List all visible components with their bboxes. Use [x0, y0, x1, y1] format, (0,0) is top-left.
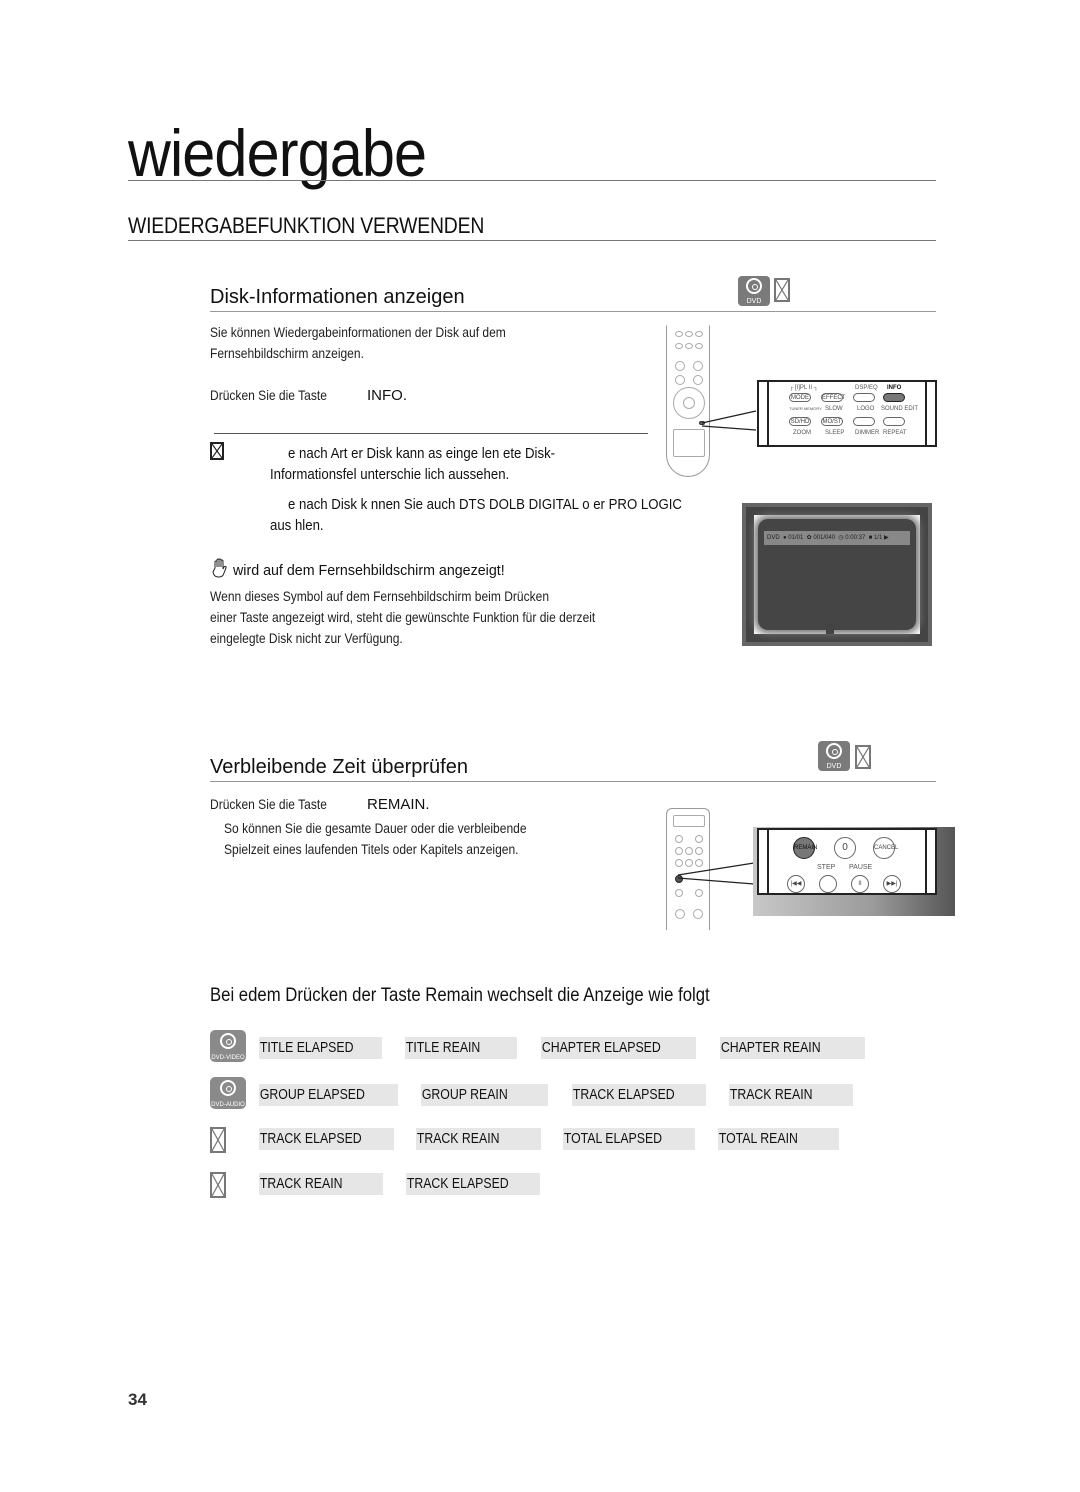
callout-lines: [677, 862, 755, 885]
sequence-item: TITLE ELAPSED: [259, 1037, 382, 1059]
sound-edit-label: SOUND EDIT: [881, 406, 919, 412]
pause-button[interactable]: II: [851, 875, 869, 893]
sequence-item: GROUP REAIN: [421, 1084, 548, 1106]
sequence-item: TITLE REAIN: [405, 1037, 517, 1059]
section-title: WIEDERGABEFUNKTION VERWENDEN: [128, 213, 485, 238]
chapter-title: wiedergabe: [128, 116, 427, 190]
osd-angle: 1/1: [873, 535, 883, 541]
slow-label: SLOW: [825, 406, 843, 412]
sequence-item: TRACK ELAPSED: [259, 1128, 394, 1150]
dspeq-label: DSP/EQ: [855, 385, 878, 391]
zero-button[interactable]: 0: [834, 837, 856, 859]
cd-blocked-icon: [855, 745, 871, 769]
warning-line3: eingelegte Disk nicht zur Verfügung.: [210, 630, 403, 646]
info-button[interactable]: [883, 393, 905, 402]
logo-button[interactable]: [853, 417, 875, 426]
sound-edit-button[interactable]: [883, 417, 905, 426]
sequence-item: TRACK REAIN: [259, 1173, 383, 1195]
sequence-item: TRACK REAIN: [416, 1128, 541, 1150]
note1-line2: Informationsfel unterschie lich aussehen…: [270, 466, 510, 483]
sdhd-button[interactable]: SD/HD: [789, 417, 811, 426]
step-button[interactable]: [819, 875, 837, 893]
sequence-item: GROUP ELAPSED: [259, 1084, 398, 1106]
note-rule: [214, 433, 648, 434]
sequence-item: TRACK ELAPSED: [572, 1084, 706, 1106]
info-key-label: INFO.: [367, 387, 408, 404]
note1-line1: e nach Art er Disk kann as einge len ete…: [288, 445, 556, 462]
tv-screen-illustration: DVD ● 01/01 ✿ 001/040 ◷ 0:00:37 ■ 1/1 ▶: [742, 503, 932, 646]
logo-label: LOGO: [857, 406, 875, 412]
warning-title: wird auf dem Fernsehbildschirm angezeigt…: [233, 562, 505, 579]
disk-info-rule: [210, 311, 936, 312]
most-button[interactable]: MO/ST: [821, 417, 843, 426]
dvd-audio-icon: DVD-AUDIO: [210, 1077, 246, 1109]
effect-button[interactable]: EFFECT: [821, 393, 845, 402]
sequence-item: CHAPTER REAIN: [720, 1037, 865, 1059]
step-label: STEP: [817, 864, 836, 871]
press-remain-prefix: Drücken Sie die Taste: [210, 796, 327, 812]
remote-callout-info: ┌ [I]PL II ┐ DSP/EQ INFO MODE EFFECT TUN…: [757, 380, 937, 447]
remain-button[interactable]: REMAIN: [793, 837, 817, 859]
info-key: INFO: [367, 387, 403, 404]
cd-blocked-icon: [210, 1127, 226, 1153]
dimmer-label: DIMMER: [855, 430, 880, 436]
note-icon: [210, 442, 224, 460]
remain-desc-2: Spielzeit eines laufenden Titels oder Ka…: [224, 841, 519, 857]
warning-line2: einer Taste angezeigt wird, steht die ge…: [210, 609, 596, 625]
zoom-label: ZOOM: [793, 430, 811, 436]
osd-play-icon: ▶: [883, 535, 889, 541]
page-number: 34: [128, 1390, 147, 1409]
remain-key-label: REMAIN.: [367, 796, 430, 813]
sequence-item: CHAPTER ELAPSED: [541, 1037, 696, 1059]
sequence-item: TRACK ELAPSED: [406, 1173, 540, 1195]
sleep-label: SLEEP: [825, 430, 845, 436]
tuner-memory-label: TUNER MEMORY: [789, 406, 822, 411]
note2-line1: e nach Disk k nnen Sie auch DTS DOLB DIG…: [288, 496, 682, 513]
dvd-video-icon: DVD-VIDEO: [210, 1030, 246, 1062]
disk-info-intro-2: Fernsehbildschirm anzeigen.: [210, 345, 364, 361]
remain-rule: [210, 781, 936, 782]
mode-button[interactable]: MODE: [789, 393, 811, 402]
remain-desc-1: So können Sie die gesamte Dauer oder die…: [224, 820, 527, 836]
cancel-button[interactable]: CANCEL: [873, 837, 898, 859]
pl2-label: ┌ [I]PL II ┐: [789, 385, 818, 391]
sequence-heading: Bei edem Drücken der Taste Remain wechse…: [210, 985, 710, 1006]
remain-title: Verbleibende Zeit überprüfen: [210, 756, 468, 778]
sequence-item: TOTAL ELAPSED: [563, 1128, 695, 1150]
osd-info-bar: DVD ● 01/01 ✿ 001/040 ◷ 0:00:37 ■ 1/1 ▶: [764, 531, 910, 545]
osd-disc-type: DVD: [767, 535, 780, 541]
sequence-item: TRACK REAIN: [729, 1084, 853, 1106]
remote-callout-remain: REMAIN 0 CANCEL STEP PAUSE |◀◀ II ▶▶|: [757, 828, 937, 895]
note2-line2: aus hlen.: [270, 517, 324, 534]
warning-line1: Wenn dieses Symbol auf dem Fernsehbildsc…: [210, 588, 550, 604]
skip-forward-button[interactable]: ▶▶|: [883, 875, 901, 893]
disk-info-title: Disk-Informationen anzeigen: [210, 286, 465, 308]
info-label: INFO: [887, 385, 902, 391]
press-prefix: Drücken Sie die Taste: [210, 387, 327, 403]
chapter-rule: [128, 180, 936, 181]
repeat-label: REPEAT: [883, 430, 907, 436]
dvd-badge-icon: DVD: [738, 276, 770, 306]
cd-blocked-icon: [210, 1172, 226, 1198]
sequence-item: TOTAL REAIN: [718, 1128, 839, 1150]
disk-info-intro-1: Sie können Wiedergabeinformationen der D…: [210, 324, 506, 340]
cd-blocked-icon: [774, 278, 790, 302]
osd-time: 0:00:37: [845, 535, 866, 541]
skip-back-button[interactable]: |◀◀: [787, 875, 805, 893]
section-rule: [128, 240, 936, 241]
dspeq-button[interactable]: [853, 393, 875, 402]
press-info-instruction: Drücken Sie die Taste: [210, 385, 327, 406]
osd-title: 01/01: [788, 535, 804, 541]
hand-stop-icon: [212, 558, 228, 578]
pause-label: PAUSE: [849, 864, 873, 871]
dvd-badge-icon: DVD: [818, 741, 850, 771]
osd-chapter: 001/040: [813, 535, 836, 541]
remain-key: REMAIN: [367, 796, 426, 813]
